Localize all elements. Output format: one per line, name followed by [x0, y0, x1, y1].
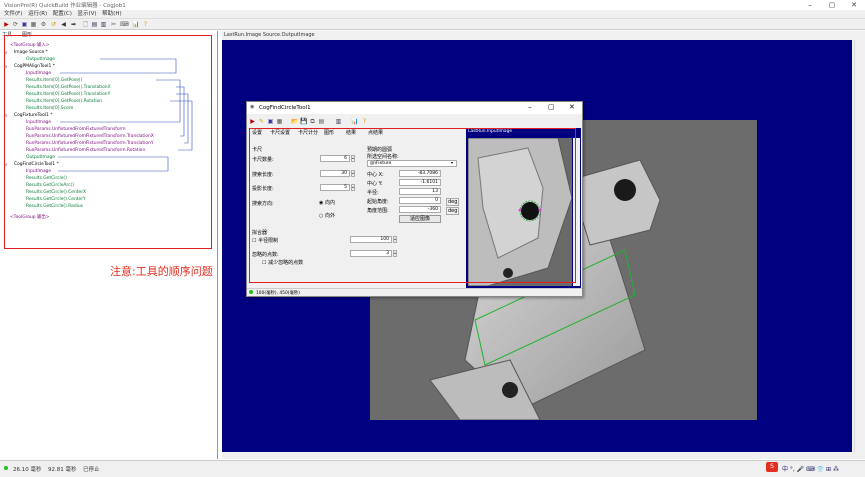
- open-icon[interactable]: 📂: [291, 118, 298, 125]
- highlight-box-tree: [4, 35, 212, 249]
- copy-icon[interactable]: ⧉: [309, 118, 316, 125]
- dialog-title: CogFindCircleTool1: [259, 105, 311, 111]
- ime-logo-icon[interactable]: S: [766, 462, 778, 472]
- dialog-app-icon: ◉: [250, 104, 255, 110]
- close-button[interactable]: ✕: [844, 0, 864, 10]
- save-icon[interactable]: 💾: [300, 118, 307, 125]
- status-state: 已停止: [83, 467, 100, 473]
- run-icon[interactable]: ▶: [249, 118, 256, 125]
- dialog-toolbar: ▶ ✎ ▣ ▦ 📂 💾 ⧉ ▤ ▥ 📊 ?: [247, 116, 582, 126]
- maximize-button[interactable]: ▢: [822, 0, 842, 10]
- paste-icon[interactable]: ▤: [318, 118, 325, 125]
- annotation-note: 注意:工具的顺序问题: [110, 265, 213, 278]
- ime-tray[interactable]: 中 °, 🎤 ⌨ 👕 ⊞ ⁂: [782, 464, 839, 473]
- highlight-box-dialog: [249, 128, 576, 283]
- status-bar: 26.10 毫秒 92.81 毫秒 已停止 S 中 °, 🎤 ⌨ 👕 ⊞ ⁂: [0, 460, 865, 477]
- edit-icon[interactable]: ✎: [258, 118, 265, 125]
- dialog-status-bar: 100(毫秒), 450(毫秒): [247, 288, 582, 296]
- dialog-maximize-button[interactable]: ▢: [548, 103, 555, 111]
- display-icon[interactable]: ▥: [335, 118, 342, 125]
- status-ok-icon: [249, 290, 253, 294]
- image-icon[interactable]: ▣: [267, 118, 274, 125]
- dialog-close-button[interactable]: ✕: [569, 103, 575, 111]
- help-icon[interactable]: ?: [361, 118, 368, 125]
- dialog-status-text: 100(毫秒), 450(毫秒): [256, 291, 300, 296]
- grid-icon[interactable]: ▦: [276, 118, 283, 125]
- dialog-minimize-button[interactable]: –: [528, 103, 532, 111]
- image-display-title: LastRun.Image Source.OutputImage: [224, 32, 315, 38]
- dialog-title-bar: ◉ CogFindCircleTool1 – ▢ ✕: [247, 102, 582, 114]
- status-total-time: 92.81 毫秒: [48, 467, 77, 473]
- vertical-scrollbar[interactable]: [854, 40, 863, 452]
- horizontal-scrollbar[interactable]: [222, 452, 854, 459]
- chart-icon[interactable]: 📊: [351, 118, 358, 125]
- status-ok-icon: [4, 466, 8, 470]
- minimize-button[interactable]: –: [800, 0, 820, 10]
- status-last-time: 26.10 毫秒: [13, 467, 42, 473]
